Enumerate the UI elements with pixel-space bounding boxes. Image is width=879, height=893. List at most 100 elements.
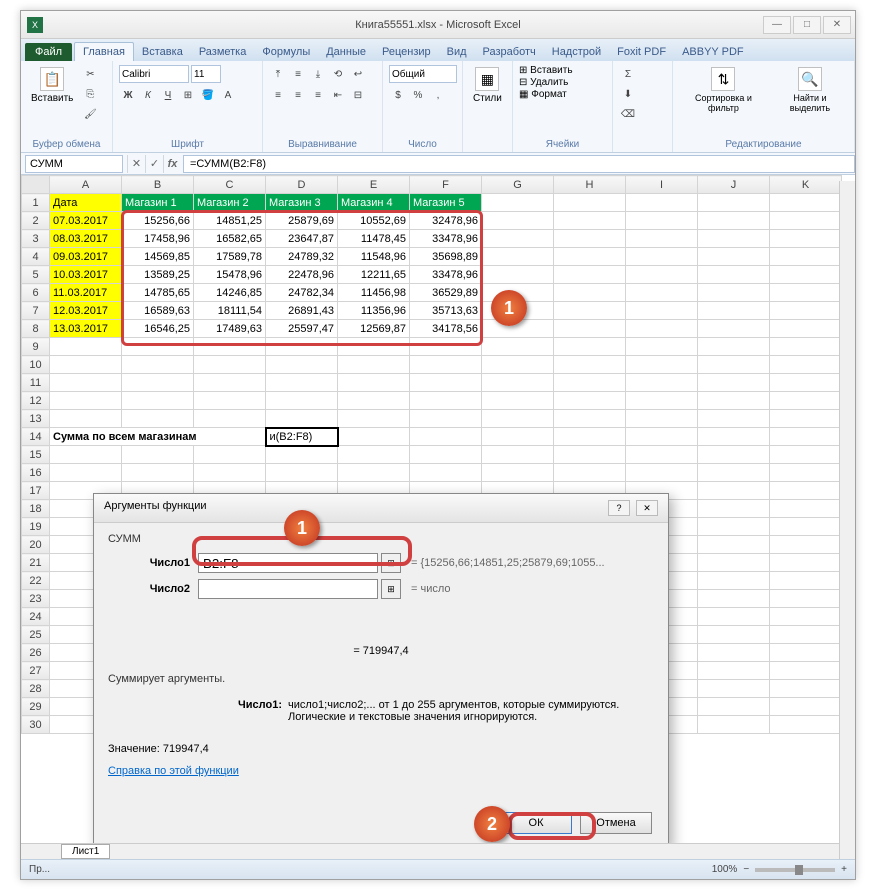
row-header-26[interactable]: 26 xyxy=(22,644,50,662)
border-icon[interactable]: ⊞ xyxy=(179,86,197,104)
sort-filter-button[interactable]: ⇅ Сортировка и фильтр xyxy=(679,65,768,115)
cell-D3[interactable]: 23647,87 xyxy=(266,230,338,248)
cell-D13[interactable] xyxy=(266,410,338,428)
cell-G14[interactable] xyxy=(482,428,554,446)
cell-E16[interactable] xyxy=(338,464,410,482)
cell-E8[interactable]: 12569,87 xyxy=(338,320,410,338)
cell-A12[interactable] xyxy=(50,392,122,410)
row-header-23[interactable]: 23 xyxy=(22,590,50,608)
autosum-icon[interactable]: Σ xyxy=(619,65,637,83)
cell-K13[interactable] xyxy=(770,410,842,428)
row-header-3[interactable]: 3 xyxy=(22,230,50,248)
row-header-22[interactable]: 22 xyxy=(22,572,50,590)
cell-J22[interactable] xyxy=(698,572,770,590)
cell-B2[interactable]: 15256,66 xyxy=(122,212,194,230)
cell-J21[interactable] xyxy=(698,554,770,572)
row-header-20[interactable]: 20 xyxy=(22,536,50,554)
cell-K24[interactable] xyxy=(770,608,842,626)
cell-C6[interactable]: 14246,85 xyxy=(194,284,266,302)
cell-G3[interactable] xyxy=(482,230,554,248)
underline-icon[interactable]: Ч xyxy=(159,86,177,104)
cell-F13[interactable] xyxy=(410,410,482,428)
cell-J3[interactable] xyxy=(698,230,770,248)
formula-input[interactable]: =СУММ(B2:F8) xyxy=(183,155,855,173)
cell-D2[interactable]: 25879,69 xyxy=(266,212,338,230)
file-tab[interactable]: Файл xyxy=(25,43,72,61)
horizontal-scrollbar[interactable]: Лист1 xyxy=(21,843,839,859)
cell-H10[interactable] xyxy=(554,356,626,374)
cell-K21[interactable] xyxy=(770,554,842,572)
col-header-I[interactable]: I xyxy=(626,176,698,194)
cell-H3[interactable] xyxy=(554,230,626,248)
cell-A8[interactable]: 13.03.2017 xyxy=(50,320,122,338)
percent-icon[interactable]: % xyxy=(409,86,427,104)
cell-C7[interactable]: 18111,54 xyxy=(194,302,266,320)
row-header-18[interactable]: 18 xyxy=(22,500,50,518)
cell-B5[interactable]: 13589,25 xyxy=(122,266,194,284)
cell-J8[interactable] xyxy=(698,320,770,338)
cell-D11[interactable] xyxy=(266,374,338,392)
row-header-30[interactable]: 30 xyxy=(22,716,50,734)
cell-K7[interactable] xyxy=(770,302,842,320)
cell-I11[interactable] xyxy=(626,374,698,392)
cell-H13[interactable] xyxy=(554,410,626,428)
align-middle-icon[interactable]: ≡ xyxy=(289,65,307,83)
cell-E15[interactable] xyxy=(338,446,410,464)
row-header-9[interactable]: 9 xyxy=(22,338,50,356)
align-bottom-icon[interactable]: ⤓ xyxy=(309,65,327,83)
arg2-range-button[interactable]: ⊞ xyxy=(381,579,401,599)
col-header-G[interactable]: G xyxy=(482,176,554,194)
cell-F11[interactable] xyxy=(410,374,482,392)
cell-A11[interactable] xyxy=(50,374,122,392)
orientation-icon[interactable]: ⟲ xyxy=(329,65,347,83)
cell-K11[interactable] xyxy=(770,374,842,392)
cell-C1[interactable]: Магазин 2 xyxy=(194,194,266,212)
zoom-out-button[interactable]: − xyxy=(743,864,749,875)
cell-K26[interactable] xyxy=(770,644,842,662)
cell-B16[interactable] xyxy=(122,464,194,482)
cell-K3[interactable] xyxy=(770,230,842,248)
cell-J15[interactable] xyxy=(698,446,770,464)
cell-D4[interactable]: 24789,32 xyxy=(266,248,338,266)
cell-J16[interactable] xyxy=(698,464,770,482)
minimize-button[interactable]: — xyxy=(763,16,791,34)
row-header-13[interactable]: 13 xyxy=(22,410,50,428)
cell-J7[interactable] xyxy=(698,302,770,320)
cells-insert-button[interactable]: ⊞ Вставить xyxy=(519,65,573,76)
vertical-scrollbar[interactable] xyxy=(839,181,855,859)
cell-K29[interactable] xyxy=(770,698,842,716)
cell-D15[interactable] xyxy=(266,446,338,464)
cell-G13[interactable] xyxy=(482,410,554,428)
cell-B6[interactable]: 14785,65 xyxy=(122,284,194,302)
italic-icon[interactable]: К xyxy=(139,86,157,104)
cell-E6[interactable]: 11456,98 xyxy=(338,284,410,302)
select-all-corner[interactable] xyxy=(22,176,50,194)
cancel-formula-icon[interactable]: ✕ xyxy=(127,155,145,173)
wrap-text-icon[interactable]: ↩ xyxy=(349,65,367,83)
row-header-16[interactable]: 16 xyxy=(22,464,50,482)
cell-E7[interactable]: 11356,96 xyxy=(338,302,410,320)
enter-formula-icon[interactable]: ✓ xyxy=(145,155,163,173)
cell-D12[interactable] xyxy=(266,392,338,410)
cell-E2[interactable]: 10552,69 xyxy=(338,212,410,230)
cell-J1[interactable] xyxy=(698,194,770,212)
cell-F10[interactable] xyxy=(410,356,482,374)
cell-F6[interactable]: 36529,89 xyxy=(410,284,482,302)
cell-K27[interactable] xyxy=(770,662,842,680)
font-size-select[interactable] xyxy=(191,65,221,83)
cell-H5[interactable] xyxy=(554,266,626,284)
fx-button[interactable]: fx xyxy=(163,155,181,173)
arg1-input[interactable] xyxy=(198,553,378,573)
row-header-6[interactable]: 6 xyxy=(22,284,50,302)
row-header-15[interactable]: 15 xyxy=(22,446,50,464)
comma-icon[interactable]: , xyxy=(429,86,447,104)
cell-K1[interactable] xyxy=(770,194,842,212)
cell-I10[interactable] xyxy=(626,356,698,374)
row-header-29[interactable]: 29 xyxy=(22,698,50,716)
cell-F16[interactable] xyxy=(410,464,482,482)
cell-J6[interactable] xyxy=(698,284,770,302)
cell-J27[interactable] xyxy=(698,662,770,680)
tab-view[interactable]: Вид xyxy=(439,43,475,61)
cell-E1[interactable]: Магазин 4 xyxy=(338,194,410,212)
cell-G4[interactable] xyxy=(482,248,554,266)
